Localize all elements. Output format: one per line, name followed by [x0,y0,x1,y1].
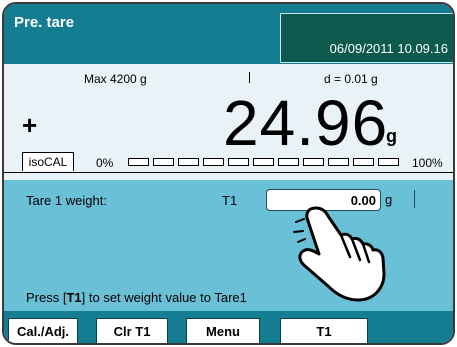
screen-title: Pre. tare [14,14,75,31]
clear-t1-button[interactable]: Clr T1 [96,318,168,343]
bargraph-segment [228,158,249,166]
readability: d = 0.01 g [324,72,378,86]
capacity-bargraph [128,158,399,166]
datetime-box: 06/09/2011 10.09.16 [280,13,453,63]
bargraph-segment [278,158,299,166]
weight-unit: g [386,126,397,146]
datetime-text: 06/09/2011 10.09.16 [329,41,448,56]
isocal-tab[interactable]: isoCAL [22,152,74,171]
cal-adj-button[interactable]: Cal./Adj. [8,318,78,343]
bargraph-segment [303,158,324,166]
tare-panel: Tare 1 weight: T1 0.00 g Press [T1] to s… [4,180,453,311]
header-bar: Pre. tare 06/09/2011 10.09.16 [4,4,453,64]
bargraph-segment [153,158,174,166]
field-edge [414,190,415,208]
sign-indicator: + [22,110,38,140]
weight-value: 24.96 [223,87,389,159]
balance-display: Pre. tare 06/09/2011 10.09.16 Max 4200 g… [2,2,455,345]
hand-pointer-icon [293,206,386,302]
hint-text: Press [T1] to set weight value to Tare1 [26,290,247,305]
bargraph-segment [128,158,149,166]
range-end-label: 100% [412,156,443,170]
weighing-area: Max 4200 g d = 0.01 g + 24.96 g isoCAL 0… [4,64,453,180]
max-capacity: Max 4200 g [84,72,147,86]
bargraph-segment [378,158,399,166]
baseline-divider [4,172,453,173]
tare-label: Tare 1 weight: [26,193,107,208]
bargraph-segment [328,158,349,166]
bargraph-segment [253,158,274,166]
softkey-bar: Cal./Adj. Clr T1 Menu T1 [4,311,453,343]
capacity-divider [249,72,250,83]
menu-button[interactable]: Menu [186,318,260,343]
bargraph-segment [178,158,199,166]
bargraph-segment [203,158,224,166]
tare-field-label: T1 [222,193,238,208]
t1-button[interactable]: T1 [280,318,368,343]
bargraph-segment [353,158,374,166]
range-start-label: 0% [96,156,114,170]
